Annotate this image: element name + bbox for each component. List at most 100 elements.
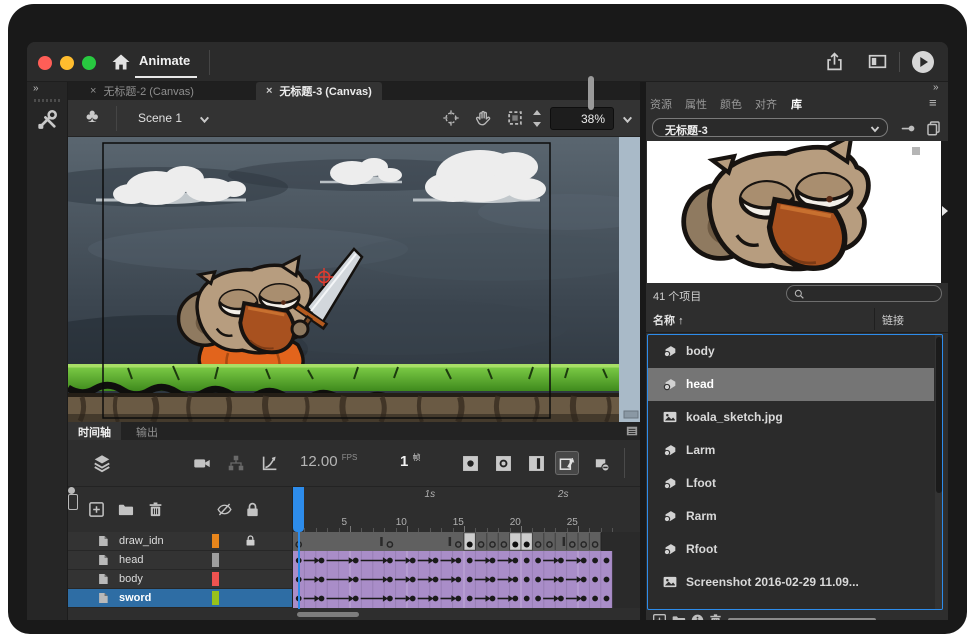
edit-toolbar-icon[interactable]	[35, 107, 60, 132]
layer-name-cell[interactable]: head	[68, 551, 293, 570]
doc-tab-untitled-2[interactable]: × 无标题-2 (Canvas)	[80, 82, 204, 100]
layer-lock-icon[interactable]	[244, 534, 257, 547]
lock-layers-icon[interactable]	[244, 501, 261, 518]
delete-item-icon[interactable]	[708, 613, 723, 620]
library-item-list[interactable]: bodyheadkoala_sketch.jpgLarmLfootRarmRfo…	[647, 334, 943, 610]
tab-align[interactable]: 对齐	[755, 96, 777, 112]
library-item-body[interactable]: body	[648, 335, 934, 368]
layer-name-cell[interactable]: draw_idn	[68, 532, 293, 551]
scene-chevron-down-icon[interactable]	[198, 113, 211, 126]
layer-row-sword[interactable]: sword	[68, 589, 641, 608]
item-properties-icon[interactable]	[690, 613, 705, 620]
app-tab-animate[interactable]: Animate	[139, 53, 190, 68]
library-scrollbar-thumb[interactable]	[936, 337, 942, 493]
library-horizontal-scrollbar[interactable]	[728, 618, 876, 620]
layer-track-draw_idn[interactable]	[293, 532, 641, 551]
layer-row-head[interactable]: head	[68, 551, 641, 570]
library-item-Screenshot-2016-02-29-11-09-[interactable]: Screenshot 2016-02-29 11.09...	[648, 566, 934, 599]
frame-rate-value[interactable]: 12.00 FPS	[300, 453, 357, 470]
new-layer-icon[interactable]	[88, 501, 105, 518]
test-movie-play-button[interactable]	[911, 50, 935, 74]
camera-icon[interactable]	[192, 453, 212, 473]
zoom-chevron-down-icon[interactable]	[621, 113, 634, 126]
share-icon[interactable]	[824, 51, 845, 72]
pin-library-icon[interactable]	[900, 120, 917, 137]
highlight-layer-icon[interactable]	[68, 494, 78, 510]
library-document-select[interactable]: 无标题-3	[652, 118, 888, 137]
expand-tools-chevrons[interactable]: »	[33, 83, 38, 94]
library-item-Rarm[interactable]: Rarm	[648, 500, 934, 533]
scene-name[interactable]: Scene 1	[138, 111, 182, 125]
close-window-button[interactable]	[38, 56, 52, 70]
show-layers-icon[interactable]	[92, 453, 112, 473]
library-item-Lfoot[interactable]: Lfoot	[648, 467, 934, 500]
hide-layers-icon[interactable]	[216, 501, 233, 518]
timeline-vertical-scrollbar[interactable]	[588, 76, 594, 110]
hand-tool-icon[interactable]	[474, 109, 492, 127]
insert-frame-button[interactable]	[524, 451, 548, 475]
timeline-horizontal-scrollbar[interactable]	[297, 612, 359, 617]
stepper-up-icon[interactable]	[533, 110, 541, 115]
stepper-down-icon[interactable]	[533, 122, 541, 127]
layer-outline-color-swatch[interactable]	[212, 572, 219, 586]
layer-track-body[interactable]	[293, 570, 641, 589]
minimize-window-button[interactable]	[60, 56, 74, 70]
collapse-panel-chevrons[interactable]: »	[933, 82, 938, 93]
easing-graph-icon[interactable]	[260, 453, 280, 473]
tab-timeline[interactable]: 时间轴	[68, 422, 121, 440]
layer-track-head[interactable]	[293, 551, 641, 570]
doc-tab-untitled-3[interactable]: × 无标题-3 (Canvas)	[256, 82, 382, 100]
library-item-Larm[interactable]: Larm	[648, 434, 934, 467]
remove-frame-button[interactable]	[589, 451, 613, 475]
playhead-line[interactable]	[298, 532, 300, 609]
tab-properties[interactable]: 属性	[685, 96, 707, 112]
library-item-koala-sketch-jpg[interactable]: koala_sketch.jpg	[648, 401, 934, 434]
zoom-level-field[interactable]: 38%	[550, 107, 614, 130]
zoom-stepper[interactable]	[533, 108, 543, 129]
timeline-panel-menu-icon[interactable]	[626, 425, 638, 437]
layer-row-draw_idn[interactable]: draw_idn	[68, 532, 641, 551]
layer-track-sword[interactable]	[293, 589, 641, 608]
library-search-input[interactable]	[786, 285, 942, 302]
clip-content-icon[interactable]	[506, 109, 524, 127]
workspace-icon[interactable]	[867, 51, 888, 72]
frame-ruler[interactable]: 5101520251s2s	[293, 487, 641, 532]
insert-blank-keyframe-button[interactable]	[491, 451, 515, 475]
new-library-panel-icon[interactable]	[925, 119, 942, 136]
home-icon[interactable]	[111, 52, 131, 72]
layer-name-cell[interactable]: body	[68, 570, 293, 589]
center-stage-icon[interactable]	[442, 109, 460, 127]
preview-stop-icon[interactable]	[912, 147, 920, 155]
edit-symbols-icon[interactable]: ♣	[86, 106, 98, 128]
close-tab-icon[interactable]: ×	[266, 85, 272, 97]
tools-grip[interactable]	[34, 99, 61, 102]
new-symbol-icon[interactable]	[652, 613, 667, 620]
tab-colors[interactable]: 颜色	[720, 96, 742, 112]
layer-row-body[interactable]: body	[68, 570, 641, 589]
layer-parenting-icon[interactable]	[226, 453, 246, 473]
layer-outline-color-swatch[interactable]	[212, 553, 219, 567]
insert-keyframe-button[interactable]	[458, 451, 482, 475]
column-header-name[interactable]: 名称 ↑	[653, 312, 684, 328]
delete-layer-icon[interactable]	[147, 501, 164, 518]
column-header-linkage[interactable]: 链接	[882, 312, 904, 328]
layer-outline-color-swatch[interactable]	[212, 534, 219, 548]
auto-keyframe-button[interactable]	[555, 451, 579, 475]
stage-viewport[interactable]	[68, 137, 641, 422]
zoom-window-button[interactable]	[82, 56, 96, 70]
preview-play-icon[interactable]	[942, 206, 948, 216]
library-item-Rfoot[interactable]: Rfoot	[648, 533, 934, 566]
current-frame-value[interactable]: 1 帧	[400, 452, 421, 470]
tab-library[interactable]: 库	[791, 96, 802, 112]
playhead-marker[interactable]	[293, 487, 304, 532]
new-folder-icon[interactable]	[117, 501, 134, 518]
close-tab-icon[interactable]: ×	[90, 85, 96, 97]
outline-color-dot-icon[interactable]	[68, 487, 75, 494]
layer-outline-color-swatch[interactable]	[212, 591, 219, 605]
column-divider[interactable]	[874, 308, 875, 330]
tab-output[interactable]: 输出	[126, 422, 168, 440]
tab-assets[interactable]: 资源	[650, 96, 672, 112]
panel-menu-icon[interactable]: ≡	[929, 97, 943, 109]
new-library-folder-icon[interactable]	[671, 613, 686, 620]
layer-name-cell[interactable]: sword	[68, 589, 293, 608]
